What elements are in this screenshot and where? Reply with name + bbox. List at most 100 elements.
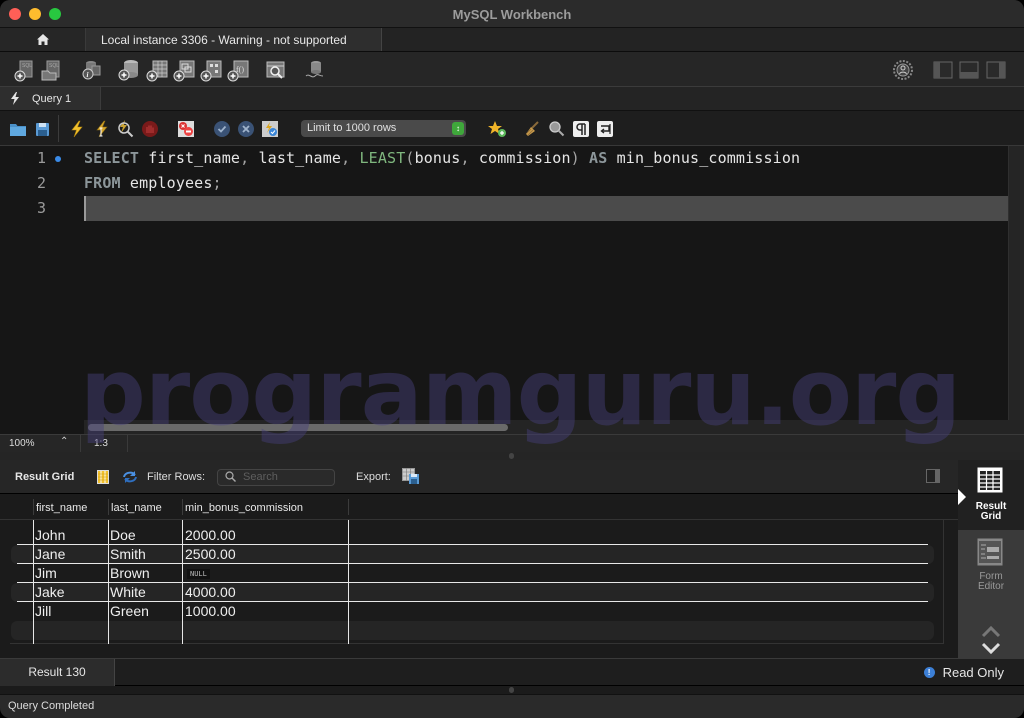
line-number: 3 <box>36 199 46 217</box>
add-snippet-icon[interactable] <box>487 120 506 138</box>
column-header-min-bonus-commission[interactable]: min_bonus_commission <box>185 502 303 514</box>
create-procedure-icon[interactable] <box>199 58 223 82</box>
vertical-scrollbar[interactable] <box>1008 146 1024 426</box>
cell-last-name[interactable]: White <box>110 584 146 600</box>
read-only-indicator: ! Read Only <box>923 665 1004 680</box>
rollback-icon[interactable] <box>237 120 255 138</box>
find-icon[interactable] <box>548 120 566 138</box>
grid-line <box>17 582 928 583</box>
toggle-panel-icon[interactable] <box>926 469 941 484</box>
query-tab-bar: Query 1 <box>0 87 1024 111</box>
explain-icon[interactable] <box>116 120 134 138</box>
home-tab[interactable] <box>0 28 86 51</box>
main-toolbar: SQL SQL i f() <box>0 52 1024 87</box>
status-separator <box>127 435 128 453</box>
cell-first-name[interactable]: Jake <box>35 584 65 600</box>
cell-last-name[interactable]: Green <box>110 603 149 619</box>
connection-tab-label: Local instance 3306 - Warning - not supp… <box>101 32 347 47</box>
sql-identifier: commission <box>469 149 571 167</box>
beautify-icon[interactable] <box>524 120 542 138</box>
mysql-workbench-window: MySQL Workbench Local instance 3306 - Wa… <box>0 0 1024 718</box>
toggle-error-icon[interactable] <box>177 120 195 138</box>
wrap-lines-icon[interactable] <box>596 120 614 138</box>
splitter-handle[interactable] <box>509 687 514 693</box>
create-table-icon[interactable] <box>145 58 169 82</box>
open-sql-file-icon[interactable]: SQL <box>40 58 64 82</box>
scroll-up-down-icon[interactable] <box>980 625 1002 655</box>
limit-rows-value: Limit to 1000 rows <box>307 122 397 134</box>
toggle-sidebar-icon[interactable] <box>931 58 955 82</box>
commit-icon[interactable] <box>213 120 231 138</box>
column-separator <box>108 499 109 515</box>
cell-last-name[interactable]: Brown <box>110 565 150 581</box>
tab-result-130[interactable]: Result 130 <box>0 659 115 686</box>
tab-query-1[interactable]: Query 1 <box>0 87 101 110</box>
execute-icon[interactable] <box>68 120 86 138</box>
create-view-icon[interactable] <box>172 58 196 82</box>
null-badge[interactable]: NULL <box>187 569 210 579</box>
column-separator <box>33 499 34 515</box>
editor-results-splitter[interactable] <box>0 452 1024 460</box>
statement-marker-icon <box>55 156 61 162</box>
current-line-highlight <box>84 196 1008 221</box>
column-header-last-name[interactable]: last_name <box>111 502 162 514</box>
line-number: 1 <box>36 149 46 167</box>
result-grid-title: Result Grid <box>15 471 75 483</box>
save-icon[interactable] <box>33 120 51 138</box>
preferences-icon[interactable] <box>891 58 915 82</box>
row-stripe <box>11 583 934 602</box>
column-header-first-name[interactable]: first_name <box>36 502 87 514</box>
cell-last-name[interactable]: Smith <box>110 546 146 562</box>
grid-line <box>17 601 928 602</box>
create-schema-icon[interactable] <box>117 58 141 82</box>
schema-inspector-icon[interactable]: i <box>79 58 103 82</box>
cell-first-name[interactable]: Jane <box>35 546 65 562</box>
sql-keyword: SELECT <box>84 149 140 167</box>
cell-first-name[interactable]: John <box>35 527 65 543</box>
toggle-output-icon[interactable] <box>957 58 981 82</box>
cell-min-bonus-commission[interactable]: 2500.00 <box>185 546 236 562</box>
export-icon[interactable] <box>402 468 420 485</box>
toolbar-separator <box>58 115 59 142</box>
cell-first-name[interactable]: Jill <box>35 603 51 619</box>
reconnect-icon[interactable] <box>303 58 327 82</box>
sql-identifier: first_name <box>139 149 241 167</box>
result-grid-view-button[interactable]: Result Grid <box>958 460 1024 530</box>
cell-min-bonus-commission[interactable]: 1000.00 <box>185 603 236 619</box>
sql-identifier: min_bonus_commission <box>607 149 801 167</box>
sql-punctuation: , <box>341 149 351 167</box>
line-number: 2 <box>36 174 46 192</box>
new-sql-tab-icon[interactable]: SQL <box>13 58 37 82</box>
cell-min-bonus-commission[interactable]: 2000.00 <box>185 527 236 543</box>
export-label: Export: <box>356 471 391 483</box>
refresh-icon[interactable] <box>121 470 139 484</box>
open-file-icon[interactable] <box>9 120 27 138</box>
sql-punctuation: ; <box>212 174 222 192</box>
create-function-icon[interactable]: f() <box>226 58 250 82</box>
filter-rows-search-input[interactable]: Search <box>217 469 335 486</box>
execute-current-icon[interactable] <box>93 120 111 138</box>
connection-tab-local-instance[interactable]: Local instance 3306 - Warning - not supp… <box>86 28 382 51</box>
cell-min-bonus-commission[interactable]: 4000.00 <box>185 584 236 600</box>
invisible-chars-icon[interactable] <box>572 120 590 138</box>
toggle-secondary-sidebar-icon[interactable] <box>984 58 1008 82</box>
sql-keyword: AS <box>589 149 608 167</box>
zoom-stepper[interactable]: ⌃ <box>60 436 68 447</box>
limit-rows-select[interactable]: Limit to 1000 rows ↕ <box>301 120 466 137</box>
cell-first-name[interactable]: Jim <box>35 565 57 581</box>
search-table-data-icon[interactable] <box>264 58 288 82</box>
column-separator <box>182 499 183 515</box>
result-grid-icon <box>977 467 1003 493</box>
info-icon: ! <box>923 667 935 678</box>
stop-icon[interactable] <box>141 120 159 138</box>
sql-function: LEAST <box>359 149 406 167</box>
results-output-splitter[interactable] <box>0 686 1024 694</box>
horizontal-scrollbar-thumb[interactable] <box>88 424 508 431</box>
toggle-columns-icon[interactable] <box>97 470 109 484</box>
zoom-level: 100% <box>9 438 35 449</box>
splitter-handle[interactable] <box>509 453 514 459</box>
cell-last-name[interactable]: Doe <box>110 527 136 543</box>
autocommit-icon[interactable] <box>261 120 279 138</box>
sql-identifier: last_name <box>249 149 342 167</box>
sql-editor[interactable]: 1 2 3 SELECT first_name, last_name, LEAS… <box>0 146 1024 436</box>
